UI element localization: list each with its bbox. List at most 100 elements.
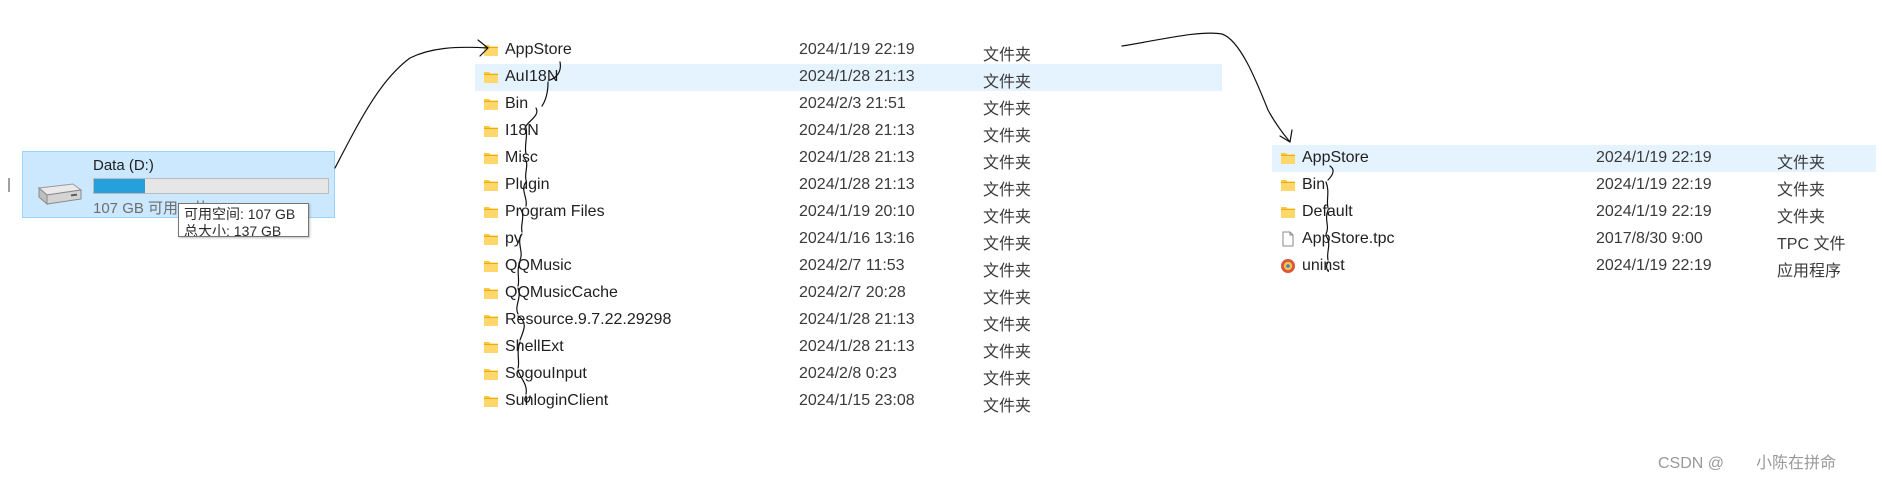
folder-icon bbox=[483, 123, 499, 139]
file-type: 应用程序 bbox=[1777, 263, 1842, 280]
file-type: 文件夹 bbox=[1777, 182, 1826, 199]
file-type: 文件夹 bbox=[983, 128, 1032, 145]
file-modified-date: 2024/2/8 0:23 bbox=[799, 365, 897, 382]
file-modified-date: 2024/1/19 22:19 bbox=[1596, 176, 1712, 193]
folder-icon bbox=[483, 96, 499, 112]
file-name: AuI18N bbox=[505, 68, 559, 85]
file-type: 文件夹 bbox=[983, 371, 1032, 388]
middle-list-row[interactable]: I18N 2024/1/28 21:13 文件夹 bbox=[475, 118, 1222, 145]
arrow-list-to-right-head bbox=[1279, 129, 1293, 143]
file-modified-date: 2024/1/16 13:16 bbox=[799, 230, 915, 247]
middle-list-row[interactable]: Bin 2024/2/3 21:51 文件夹 bbox=[475, 91, 1222, 118]
file-modified-date: 2024/1/28 21:13 bbox=[799, 149, 915, 166]
file-modified-date: 2024/1/19 20:10 bbox=[799, 203, 915, 220]
drive-usage-fill bbox=[94, 179, 146, 193]
file-modified-date: 2024/1/19 22:19 bbox=[799, 41, 915, 58]
file-name: Bin bbox=[1302, 176, 1326, 193]
file-name: ShellExt bbox=[505, 338, 564, 355]
right-list-row[interactable]: AppStore 2024/1/19 22:19 文件夹 bbox=[1272, 145, 1876, 172]
file-type: 文件夹 bbox=[983, 236, 1032, 253]
file-name: Bin bbox=[505, 95, 529, 112]
file-name: Default bbox=[1302, 203, 1353, 220]
right-list-row[interactable]: Bin 2024/1/19 22:19 文件夹 bbox=[1272, 172, 1876, 199]
file-type: 文件夹 bbox=[983, 263, 1032, 280]
middle-list-row[interactable]: ShellExt 2024/1/28 21:13 文件夹 bbox=[475, 334, 1222, 361]
folder-icon bbox=[483, 258, 499, 274]
right-list-row[interactable]: Default 2024/1/19 22:19 文件夹 bbox=[1272, 199, 1876, 226]
drive-edge-marker bbox=[8, 178, 10, 192]
file-name: uninst bbox=[1302, 257, 1345, 274]
folder-icon bbox=[483, 231, 499, 247]
file-name: SunloginClient bbox=[505, 392, 609, 409]
file-type: 文件夹 bbox=[983, 101, 1032, 118]
file-name: Misc bbox=[505, 149, 538, 166]
file-type: 文件夹 bbox=[1777, 155, 1826, 172]
folder-icon bbox=[483, 42, 499, 58]
file-type: 文件夹 bbox=[983, 182, 1032, 199]
arrow-drive-to-list bbox=[334, 46, 489, 169]
file-name: AppStore bbox=[505, 41, 572, 58]
file-name: QQMusicCache bbox=[505, 284, 618, 301]
middle-list-row[interactable]: QQMusicCache 2024/2/7 20:28 文件夹 bbox=[475, 280, 1222, 307]
file-modified-date: 2024/1/19 22:19 bbox=[1596, 203, 1712, 220]
file-type: 文件夹 bbox=[983, 209, 1032, 226]
file-name: py bbox=[505, 230, 522, 247]
file-modified-date: 2024/1/15 23:08 bbox=[799, 392, 915, 409]
middle-list-row[interactable]: Program Files 2024/1/19 20:10 文件夹 bbox=[475, 199, 1222, 226]
folder-icon bbox=[483, 285, 499, 301]
file-modified-date: 2024/1/28 21:13 bbox=[799, 68, 915, 85]
drive-name: Data (D:) bbox=[93, 157, 154, 174]
tooltip-total-size: 总大小: 137 GB bbox=[184, 223, 282, 237]
app-icon bbox=[1280, 258, 1296, 274]
middle-list-row[interactable]: Misc 2024/1/28 21:13 文件夹 bbox=[475, 145, 1222, 172]
drive-tooltip: 可用空间: 107 GB 总大小: 137 GB bbox=[178, 203, 309, 237]
file-name: Plugin bbox=[505, 176, 550, 193]
file-type: 文件夹 bbox=[983, 74, 1032, 91]
file-name: AppStore.tpc bbox=[1302, 230, 1395, 247]
file-type: 文件夹 bbox=[983, 344, 1032, 361]
right-list-row[interactable]: uninst 2024/1/19 22:19 应用程序 bbox=[1272, 253, 1876, 280]
folder-icon bbox=[483, 150, 499, 166]
middle-list-row[interactable]: py 2024/1/16 13:16 文件夹 bbox=[475, 226, 1222, 253]
drive-usage-bar bbox=[93, 178, 329, 194]
middle-list-row[interactable]: Resource.9.7.22.29298 2024/1/28 21:13 文件夹 bbox=[475, 307, 1222, 334]
file-modified-date: 2024/2/7 20:28 bbox=[799, 284, 906, 301]
file-name: QQMusic bbox=[505, 257, 572, 274]
file-type: 文件夹 bbox=[983, 398, 1032, 415]
file-modified-date: 2024/1/19 22:19 bbox=[1596, 257, 1712, 274]
folder-icon bbox=[1280, 204, 1296, 220]
middle-list-row[interactable]: SunloginClient 2024/1/15 23:08 文件夹 bbox=[475, 388, 1222, 415]
file-icon bbox=[1280, 231, 1296, 247]
middle-list-row[interactable]: AppStore 2024/1/19 22:19 文件夹 bbox=[475, 37, 1222, 64]
file-modified-date: 2024/1/28 21:13 bbox=[799, 311, 915, 328]
middle-list-row[interactable]: Plugin 2024/1/28 21:13 文件夹 bbox=[475, 172, 1222, 199]
folder-icon bbox=[483, 312, 499, 328]
file-name: AppStore bbox=[1302, 149, 1369, 166]
tooltip-free-space: 可用空间: 107 GB bbox=[184, 206, 296, 222]
middle-list-row[interactable]: AuI18N 2024/1/28 21:13 文件夹 bbox=[475, 64, 1222, 91]
hard-drive-icon bbox=[37, 183, 83, 206]
file-name: Resource.9.7.22.29298 bbox=[505, 311, 672, 328]
file-type: 文件夹 bbox=[983, 290, 1032, 307]
middle-list-row[interactable]: SogouInput 2024/2/8 0:23 文件夹 bbox=[475, 361, 1222, 388]
file-modified-date: 2024/1/28 21:13 bbox=[799, 122, 915, 139]
file-modified-date: 2024/1/28 21:13 bbox=[799, 338, 915, 355]
folder-icon bbox=[483, 393, 499, 409]
file-type: 文件夹 bbox=[1777, 209, 1826, 226]
middle-list-row[interactable]: QQMusic 2024/2/7 11:53 文件夹 bbox=[475, 253, 1222, 280]
right-list-row[interactable]: AppStore.tpc 2017/8/30 9:00 TPC 文件 bbox=[1272, 226, 1876, 253]
file-type: TPC 文件 bbox=[1777, 236, 1846, 253]
folder-icon bbox=[1280, 150, 1296, 166]
folder-icon bbox=[1280, 177, 1296, 193]
file-name: I18N bbox=[505, 122, 539, 139]
folder-icon bbox=[483, 69, 499, 85]
csdn-watermark: CSDN @ 小陈在拼命 bbox=[1657, 455, 1868, 472]
folder-icon bbox=[483, 339, 499, 355]
file-type: 文件夹 bbox=[983, 47, 1032, 64]
folder-icon bbox=[483, 177, 499, 193]
file-type: 文件夹 bbox=[983, 155, 1032, 172]
file-modified-date: 2017/8/30 9:00 bbox=[1596, 230, 1703, 247]
file-modified-date: 2024/2/7 11:53 bbox=[799, 257, 905, 274]
file-name: SogouInput bbox=[505, 365, 587, 382]
file-modified-date: 2024/1/28 21:13 bbox=[799, 176, 915, 193]
